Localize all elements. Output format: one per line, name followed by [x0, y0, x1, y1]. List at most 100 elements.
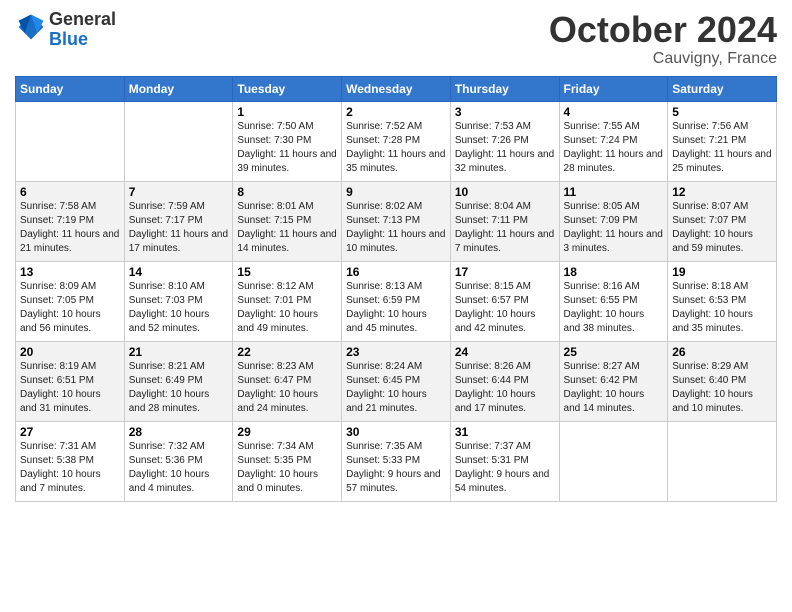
- day-info: Sunrise: 8:26 AMSunset: 6:44 PMDaylight:…: [455, 360, 555, 416]
- calendar-cell: 1Sunrise: 7:50 AMSunset: 7:30 PMDaylight…: [233, 101, 342, 181]
- calendar-cell: 8Sunrise: 8:01 AMSunset: 7:15 PMDaylight…: [233, 181, 342, 261]
- calendar-cell: 2Sunrise: 7:52 AMSunset: 7:28 PMDaylight…: [342, 101, 451, 181]
- calendar-cell: 13Sunrise: 8:09 AMSunset: 7:05 PMDayligh…: [16, 261, 125, 341]
- page: General Blue October 2024 Cauvigny, Fran…: [0, 0, 792, 612]
- logo-text: General Blue: [49, 10, 116, 50]
- day-number: 22: [237, 345, 337, 359]
- calendar-cell: 10Sunrise: 8:04 AMSunset: 7:11 PMDayligh…: [450, 181, 559, 261]
- day-number: 21: [129, 345, 229, 359]
- day-number: 7: [129, 185, 229, 199]
- day-number: 1: [237, 105, 337, 119]
- day-of-week-row: SundayMondayTuesdayWednesdayThursdayFrid…: [16, 76, 777, 101]
- logo-blue: Blue: [49, 29, 88, 49]
- dow-header-saturday: Saturday: [668, 76, 777, 101]
- calendar-cell: 30Sunrise: 7:35 AMSunset: 5:33 PMDayligh…: [342, 421, 451, 501]
- calendar-cell: 26Sunrise: 8:29 AMSunset: 6:40 PMDayligh…: [668, 341, 777, 421]
- day-number: 3: [455, 105, 555, 119]
- day-info: Sunrise: 8:19 AMSunset: 6:51 PMDaylight:…: [20, 360, 120, 416]
- month-title: October 2024: [549, 10, 777, 50]
- day-number: 28: [129, 425, 229, 439]
- day-number: 9: [346, 185, 446, 199]
- dow-header-tuesday: Tuesday: [233, 76, 342, 101]
- calendar-cell: 21Sunrise: 8:21 AMSunset: 6:49 PMDayligh…: [124, 341, 233, 421]
- day-number: 30: [346, 425, 446, 439]
- day-info: Sunrise: 8:10 AMSunset: 7:03 PMDaylight:…: [129, 280, 229, 336]
- calendar-cell: 14Sunrise: 8:10 AMSunset: 7:03 PMDayligh…: [124, 261, 233, 341]
- dow-header-monday: Monday: [124, 76, 233, 101]
- day-info: Sunrise: 8:05 AMSunset: 7:09 PMDaylight:…: [564, 200, 664, 256]
- day-number: 6: [20, 185, 120, 199]
- day-number: 31: [455, 425, 555, 439]
- day-info: Sunrise: 7:56 AMSunset: 7:21 PMDaylight:…: [672, 120, 772, 176]
- calendar-cell: 7Sunrise: 7:59 AMSunset: 7:17 PMDaylight…: [124, 181, 233, 261]
- day-info: Sunrise: 7:31 AMSunset: 5:38 PMDaylight:…: [20, 440, 120, 496]
- day-number: 15: [237, 265, 337, 279]
- day-number: 24: [455, 345, 555, 359]
- calendar-cell: 25Sunrise: 8:27 AMSunset: 6:42 PMDayligh…: [559, 341, 668, 421]
- day-info: Sunrise: 8:21 AMSunset: 6:49 PMDaylight:…: [129, 360, 229, 416]
- day-number: 20: [20, 345, 120, 359]
- calendar-table: SundayMondayTuesdayWednesdayThursdayFrid…: [15, 76, 777, 502]
- day-number: 23: [346, 345, 446, 359]
- calendar-cell: 6Sunrise: 7:58 AMSunset: 7:19 PMDaylight…: [16, 181, 125, 261]
- day-info: Sunrise: 8:01 AMSunset: 7:15 PMDaylight:…: [237, 200, 337, 256]
- calendar-cell: 4Sunrise: 7:55 AMSunset: 7:24 PMDaylight…: [559, 101, 668, 181]
- calendar-cell: 18Sunrise: 8:16 AMSunset: 6:55 PMDayligh…: [559, 261, 668, 341]
- dow-header-friday: Friday: [559, 76, 668, 101]
- dow-header-sunday: Sunday: [16, 76, 125, 101]
- day-info: Sunrise: 7:35 AMSunset: 5:33 PMDaylight:…: [346, 440, 446, 496]
- day-number: 26: [672, 345, 772, 359]
- week-row-1: 1Sunrise: 7:50 AMSunset: 7:30 PMDaylight…: [16, 101, 777, 181]
- dow-header-wednesday: Wednesday: [342, 76, 451, 101]
- day-info: Sunrise: 8:07 AMSunset: 7:07 PMDaylight:…: [672, 200, 772, 256]
- day-number: 27: [20, 425, 120, 439]
- day-number: 2: [346, 105, 446, 119]
- day-number: 17: [455, 265, 555, 279]
- day-number: 8: [237, 185, 337, 199]
- day-info: Sunrise: 8:18 AMSunset: 6:53 PMDaylight:…: [672, 280, 772, 336]
- week-row-4: 20Sunrise: 8:19 AMSunset: 6:51 PMDayligh…: [16, 341, 777, 421]
- calendar-cell: 31Sunrise: 7:37 AMSunset: 5:31 PMDayligh…: [450, 421, 559, 501]
- day-info: Sunrise: 7:58 AMSunset: 7:19 PMDaylight:…: [20, 200, 120, 256]
- calendar-cell: 19Sunrise: 8:18 AMSunset: 6:53 PMDayligh…: [668, 261, 777, 341]
- day-info: Sunrise: 7:52 AMSunset: 7:28 PMDaylight:…: [346, 120, 446, 176]
- calendar-cell: 5Sunrise: 7:56 AMSunset: 7:21 PMDaylight…: [668, 101, 777, 181]
- day-number: 25: [564, 345, 664, 359]
- calendar-cell: 16Sunrise: 8:13 AMSunset: 6:59 PMDayligh…: [342, 261, 451, 341]
- day-info: Sunrise: 8:16 AMSunset: 6:55 PMDaylight:…: [564, 280, 664, 336]
- calendar-cell: 27Sunrise: 7:31 AMSunset: 5:38 PMDayligh…: [16, 421, 125, 501]
- day-info: Sunrise: 8:23 AMSunset: 6:47 PMDaylight:…: [237, 360, 337, 416]
- week-row-3: 13Sunrise: 8:09 AMSunset: 7:05 PMDayligh…: [16, 261, 777, 341]
- day-number: 5: [672, 105, 772, 119]
- day-info: Sunrise: 8:24 AMSunset: 6:45 PMDaylight:…: [346, 360, 446, 416]
- day-info: Sunrise: 7:32 AMSunset: 5:36 PMDaylight:…: [129, 440, 229, 496]
- logo-icon: [17, 13, 45, 41]
- calendar-cell: 15Sunrise: 8:12 AMSunset: 7:01 PMDayligh…: [233, 261, 342, 341]
- calendar-cell: 17Sunrise: 8:15 AMSunset: 6:57 PMDayligh…: [450, 261, 559, 341]
- calendar-cell: 12Sunrise: 8:07 AMSunset: 7:07 PMDayligh…: [668, 181, 777, 261]
- calendar-cell: 20Sunrise: 8:19 AMSunset: 6:51 PMDayligh…: [16, 341, 125, 421]
- day-number: 13: [20, 265, 120, 279]
- day-number: 10: [455, 185, 555, 199]
- day-info: Sunrise: 7:34 AMSunset: 5:35 PMDaylight:…: [237, 440, 337, 496]
- calendar-cell: [668, 421, 777, 501]
- day-info: Sunrise: 8:29 AMSunset: 6:40 PMDaylight:…: [672, 360, 772, 416]
- calendar-cell: 23Sunrise: 8:24 AMSunset: 6:45 PMDayligh…: [342, 341, 451, 421]
- day-info: Sunrise: 8:09 AMSunset: 7:05 PMDaylight:…: [20, 280, 120, 336]
- header: General Blue October 2024 Cauvigny, Fran…: [15, 10, 777, 68]
- logo: General Blue: [15, 10, 116, 50]
- calendar-cell: 3Sunrise: 7:53 AMSunset: 7:26 PMDaylight…: [450, 101, 559, 181]
- calendar-body: 1Sunrise: 7:50 AMSunset: 7:30 PMDaylight…: [16, 101, 777, 501]
- calendar-cell: 28Sunrise: 7:32 AMSunset: 5:36 PMDayligh…: [124, 421, 233, 501]
- week-row-2: 6Sunrise: 7:58 AMSunset: 7:19 PMDaylight…: [16, 181, 777, 261]
- day-number: 4: [564, 105, 664, 119]
- location: Cauvigny, France: [549, 50, 777, 68]
- day-info: Sunrise: 8:02 AMSunset: 7:13 PMDaylight:…: [346, 200, 446, 256]
- calendar-cell: 9Sunrise: 8:02 AMSunset: 7:13 PMDaylight…: [342, 181, 451, 261]
- day-info: Sunrise: 8:27 AMSunset: 6:42 PMDaylight:…: [564, 360, 664, 416]
- calendar-cell: 24Sunrise: 8:26 AMSunset: 6:44 PMDayligh…: [450, 341, 559, 421]
- calendar-cell: 11Sunrise: 8:05 AMSunset: 7:09 PMDayligh…: [559, 181, 668, 261]
- day-info: Sunrise: 7:59 AMSunset: 7:17 PMDaylight:…: [129, 200, 229, 256]
- day-info: Sunrise: 7:53 AMSunset: 7:26 PMDaylight:…: [455, 120, 555, 176]
- calendar-cell: 29Sunrise: 7:34 AMSunset: 5:35 PMDayligh…: [233, 421, 342, 501]
